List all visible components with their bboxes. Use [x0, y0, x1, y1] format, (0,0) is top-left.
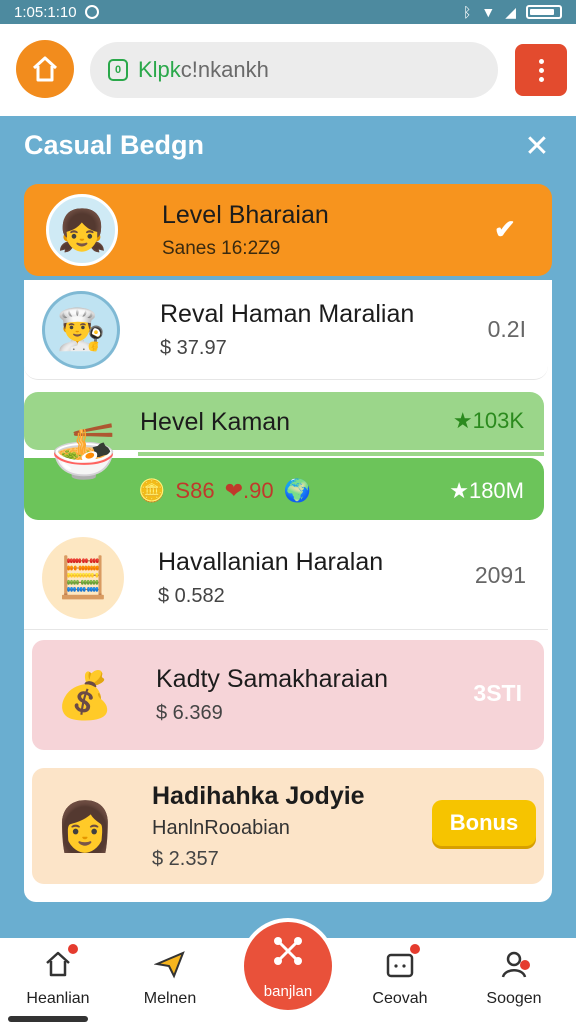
check-icon[interactable]: ✔	[494, 214, 522, 244]
item-sub: Sanes 16:2Z9	[162, 237, 281, 259]
close-icon[interactable]: ✕	[522, 132, 552, 162]
url-bar[interactable]: 0 Klpkc!nkankh	[90, 42, 498, 98]
item-price: $ 37.97	[160, 336, 227, 359]
nav-label: Ceovah	[372, 990, 428, 1007]
calendar-icon	[382, 944, 420, 982]
dot-icon	[538, 67, 544, 73]
dot-icon	[538, 58, 544, 64]
list-item[interactable]: 👨‍🍳 Reval Haman Maralian $ 37.97 0.2I	[24, 280, 548, 380]
rating-stat: ★103K	[452, 408, 524, 433]
top-bar: 0 Klpkc!nkankh	[0, 24, 576, 116]
home-button[interactable]	[16, 40, 74, 98]
list-item[interactable]: 💰 Kadty Samakharaian $ 6.369 3STI	[32, 640, 544, 750]
coin-icon: 🪙	[138, 478, 166, 503]
list-item-highlighted[interactable]: 🍜 Hevel Kaman ★103K 🪙 S86 ❤.90 🌍 ★180M	[24, 392, 544, 522]
lock-icon: 0	[108, 59, 128, 81]
item-title: Havallanian Haralan	[158, 547, 384, 576]
avatar: 👧	[46, 194, 118, 266]
panel-title: Casual Bedgn	[24, 130, 205, 160]
item-value: 3STI	[473, 680, 522, 706]
list-item[interactable]: 🧮 Havallanian Haralan $ 0.582 2091	[24, 526, 548, 630]
item-title: Reval Haman Maralian	[160, 299, 415, 328]
nav-item-send[interactable]: Melnen	[120, 946, 220, 1008]
share-icon	[270, 933, 306, 977]
bluetooth-icon: ᛒ	[462, 4, 472, 20]
notification-dot	[520, 960, 530, 970]
list-item-level[interactable]: 👧 Level Bharaian Sanes 16:2Z9 ✔	[24, 184, 552, 276]
item-price: $ 0.582	[158, 584, 225, 607]
item-price: $ 2.357	[152, 847, 219, 870]
dot-icon	[538, 76, 544, 82]
wifi-icon: ▼	[481, 4, 496, 20]
nav-item-profile[interactable]: Soogen	[464, 946, 564, 1008]
battery-icon	[526, 5, 562, 19]
status-bar: 1:05:1:10 ᛒ ▼ ◢	[0, 0, 576, 24]
row-divider	[138, 452, 544, 456]
list-item-bonus[interactable]: 👩 Hadihahka Jodyie HanlnRooabian $ 2.357…	[32, 768, 544, 884]
item-title: Level Bharaian	[162, 200, 329, 229]
calculator-icon: 🧮	[42, 536, 124, 619]
bonus-button[interactable]: Bonus	[432, 800, 536, 846]
circle-icon	[84, 5, 99, 19]
globe-icon: 🌍	[283, 478, 311, 503]
item-title: Hevel Kaman	[140, 408, 291, 436]
coin-value: S86	[175, 478, 215, 503]
heart-value: ❤.90	[224, 478, 274, 503]
nav-label: Soogen	[486, 990, 542, 1007]
girl-book-icon: 👩	[55, 800, 115, 854]
nav-item-home[interactable]: Heanlian	[8, 944, 108, 1008]
noodle-bowl-icon: 🍜	[50, 421, 118, 482]
notification-dot	[68, 944, 78, 954]
nav-label: banjlan	[263, 982, 313, 1000]
nav-label: Heanlian	[26, 990, 90, 1007]
url-text: Klpkc!nkankh	[138, 57, 269, 82]
item-value: 2091	[474, 562, 526, 588]
item-subtitle: HanlnRooabian	[152, 816, 290, 839]
item-title: Kadty Samakharaian	[156, 665, 389, 693]
home-icon	[32, 56, 58, 82]
home-icon	[40, 944, 78, 982]
currency-row: 🪙 S86 ❤.90 🌍	[138, 478, 311, 504]
share-fab-button[interactable]: banjlan	[240, 918, 336, 1014]
avatar: 👨‍🍳	[42, 290, 120, 369]
item-price: $ 6.369	[156, 702, 223, 724]
user-icon	[496, 946, 532, 982]
more-menu-button[interactable]	[515, 44, 567, 96]
notification-dot	[410, 944, 420, 954]
followers-stat: ★180M	[449, 478, 524, 503]
item-title: Hadihahka Jodyie	[152, 781, 365, 810]
signal-icon: ◢	[505, 3, 516, 20]
plane-icon	[152, 946, 188, 982]
status-time: 1:05:1:10	[14, 3, 77, 21]
coins-jar-icon: 💰	[56, 668, 114, 721]
home-indicator	[8, 1016, 88, 1022]
bottom-nav: Heanlian Melnen banjlan Ceovah Soogen	[0, 918, 576, 1024]
nav-label: Melnen	[143, 990, 197, 1007]
item-value: 0.2I	[487, 316, 526, 342]
nav-item-calendar[interactable]: Ceovah	[350, 944, 450, 1008]
